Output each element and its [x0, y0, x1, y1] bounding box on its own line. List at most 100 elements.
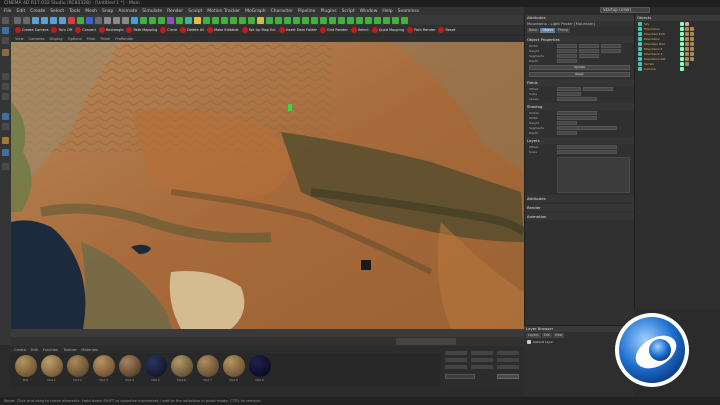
custom-button[interactable]: Rectangle: [99, 26, 123, 33]
light-icon[interactable]: [194, 16, 201, 24]
scale-icon[interactable]: [50, 16, 57, 24]
x-axis-icon[interactable]: [68, 16, 75, 24]
material-menu-materials[interactable]: Materials: [81, 348, 97, 352]
menu-animate[interactable]: Animate: [118, 9, 137, 14]
plugin-t-icon[interactable]: [392, 16, 399, 24]
rotate-icon[interactable]: [59, 16, 66, 24]
lock-workplane-icon[interactable]: [2, 163, 9, 170]
material-tag-icon[interactable]: [690, 56, 694, 61]
material-swatch[interactable]: Mat.6: [170, 355, 193, 385]
param-field[interactable]: [557, 130, 577, 135]
coordinate-system-icon[interactable]: [95, 16, 102, 24]
menu-render[interactable]: Render: [167, 9, 183, 14]
material-menu-edit[interactable]: Edit: [31, 348, 38, 352]
viewport-menu-prorender[interactable]: ProRender: [115, 37, 134, 41]
material-tag-icon[interactable]: [690, 51, 694, 56]
layout-select[interactable]: Startup (User): [600, 7, 650, 13]
bend-deformer-icon[interactable]: [167, 16, 174, 24]
size-y-field[interactable]: [471, 358, 493, 362]
material-tag-icon[interactable]: [685, 41, 689, 46]
model-mode-icon[interactable]: [2, 27, 9, 34]
param-field[interactable]: [557, 48, 577, 53]
plugin-s-icon[interactable]: [383, 16, 390, 24]
plugin-b-icon[interactable]: [230, 16, 237, 24]
apply-button[interactable]: [497, 374, 519, 379]
menu-snap[interactable]: Snap: [102, 9, 113, 14]
plugin-q-icon[interactable]: [365, 16, 372, 24]
position-z-field[interactable]: [445, 365, 467, 369]
size-x-field[interactable]: [471, 351, 493, 355]
z-axis-icon[interactable]: [86, 16, 93, 24]
points-mode-icon[interactable]: [2, 73, 9, 80]
material-tag-icon[interactable]: [685, 61, 689, 66]
subdivision-surface-icon[interactable]: [149, 16, 156, 24]
param-field[interactable]: [579, 48, 599, 53]
move-icon[interactable]: [41, 16, 48, 24]
layer-tab-view[interactable]: View: [552, 333, 565, 338]
param-field[interactable]: [557, 110, 597, 115]
y-axis-icon[interactable]: [77, 16, 84, 24]
viewport-menu-filter[interactable]: Filter: [87, 37, 96, 41]
section-fields[interactable]: Fields: [525, 79, 634, 86]
param-slider[interactable]: [557, 125, 617, 130]
plugin-h-icon[interactable]: [284, 16, 291, 24]
menu-edit[interactable]: Edit: [17, 9, 26, 14]
viewport-menu-display[interactable]: Display: [50, 37, 63, 41]
rotation-h-field[interactable]: [497, 351, 519, 355]
section-animation[interactable]: Animation: [525, 213, 634, 220]
plugin-l-icon[interactable]: [320, 16, 327, 24]
position-x-field[interactable]: [445, 351, 467, 355]
plugin-o-icon[interactable]: [347, 16, 354, 24]
material-swatch[interactable]: Mat.8: [222, 355, 245, 385]
param-field[interactable]: [579, 53, 599, 58]
menu-file[interactable]: File: [4, 9, 12, 14]
material-tag-icon[interactable]: [690, 36, 694, 41]
param-field[interactable]: [557, 96, 597, 101]
workplane-icon[interactable]: [2, 149, 9, 156]
param-field[interactable]: [557, 43, 577, 48]
visibility-icon[interactable]: [680, 26, 684, 31]
plugin-p-icon[interactable]: [356, 16, 363, 24]
array-icon[interactable]: [158, 16, 165, 24]
material-swatch[interactable]: Mat.5: [144, 355, 167, 385]
visibility-icon[interactable]: [680, 66, 684, 71]
material-tag-icon[interactable]: [690, 26, 694, 31]
menu-help[interactable]: Help: [382, 9, 392, 14]
3d-viewport[interactable]: [11, 42, 524, 329]
material-tag-icon[interactable]: [685, 56, 689, 61]
spline-graph[interactable]: [557, 157, 630, 193]
material-menu-texture[interactable]: Texture: [63, 348, 76, 352]
position-y-field[interactable]: [445, 358, 467, 362]
material-swatch[interactable]: Mat.1: [40, 355, 63, 385]
param-field[interactable]: [557, 58, 577, 63]
plugin-j-icon[interactable]: [302, 16, 309, 24]
plugin-a-icon[interactable]: [221, 16, 228, 24]
menu-mograph[interactable]: MoGraph: [245, 9, 265, 14]
material-tag-icon[interactable]: [685, 26, 689, 31]
cube-icon[interactable]: [131, 16, 138, 24]
material-swatch[interactable]: Mat.9: [248, 355, 271, 385]
menu-sculpt[interactable]: Sculpt: [188, 9, 202, 14]
menu-create[interactable]: Create: [30, 9, 45, 14]
material-swatch[interactable]: Mat.3: [92, 355, 115, 385]
param-field[interactable]: [601, 48, 621, 53]
plugin-f-icon[interactable]: [266, 16, 273, 24]
material-tag-icon[interactable]: [690, 46, 694, 51]
tab-phong[interactable]: Phong: [555, 28, 570, 33]
floor-icon[interactable]: [176, 16, 183, 24]
custom-button[interactable]: Make Editable: [207, 26, 239, 33]
material-swatch[interactable]: Mat.7: [196, 355, 219, 385]
section-render[interactable]: Render: [525, 204, 634, 211]
axis-mode-icon[interactable]: [2, 49, 9, 56]
param-field[interactable]: [557, 144, 617, 149]
tab-object[interactable]: Object: [540, 28, 555, 33]
tab-basic[interactable]: Basic: [527, 28, 540, 33]
plugin-e-icon[interactable]: [257, 16, 264, 24]
visibility-icon[interactable]: [680, 31, 684, 36]
size-z-field[interactable]: [471, 365, 493, 369]
visibility-icon[interactable]: [680, 61, 684, 66]
edges-mode-icon[interactable]: [2, 83, 9, 90]
viewport-menu-options[interactable]: Options: [68, 37, 82, 41]
param-field[interactable]: [557, 91, 581, 96]
enable-axis-icon[interactable]: [2, 113, 9, 120]
